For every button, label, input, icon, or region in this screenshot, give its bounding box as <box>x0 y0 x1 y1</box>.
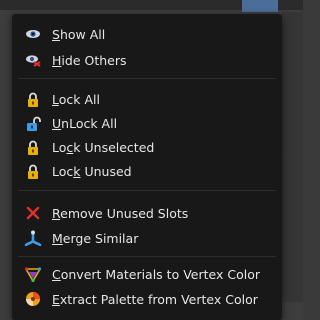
menu-item-merge-similar[interactable]: Merge Similar <box>12 227 282 249</box>
menu-item-label: Show All <box>52 26 106 42</box>
menu-item-hide-others[interactable]: Hide Others <box>12 49 282 71</box>
menu-item-label: Extract Palette from Vertex Color <box>52 291 258 307</box>
hide-others-icon <box>24 51 42 69</box>
gpencil-material-specials-menu: Show All Hide Others Lock All UnLock All… <box>12 14 282 320</box>
menu-item-label: Lock All <box>52 91 100 107</box>
menu-item-convert-materials[interactable]: Convert Materials to Vertex Color <box>12 263 282 285</box>
menu-separator <box>18 256 276 257</box>
background-side-panel <box>282 12 303 302</box>
menu-item-show-all[interactable]: Show All <box>12 23 282 45</box>
menu-item-unlock-all[interactable]: UnLock All <box>12 112 282 134</box>
lock-icon <box>24 138 42 156</box>
menu-separator <box>18 190 276 191</box>
lock-icon <box>24 90 42 108</box>
menu-item-extract-palette[interactable]: Extract Palette from Vertex Color <box>12 288 282 310</box>
eye-icon <box>24 25 42 43</box>
menu-separator <box>18 78 276 79</box>
remove-x-icon <box>24 204 42 222</box>
menu-item-label: Lock Unused <box>52 163 132 179</box>
menu-item-label: Remove Unused Slots <box>52 205 189 221</box>
palette-icon <box>24 290 42 308</box>
menu-item-label: Lock Unselected <box>52 139 155 155</box>
menu-item-label: Merge Similar <box>52 230 139 246</box>
merge-icon <box>24 229 42 247</box>
menu-item-label: Hide Others <box>52 52 127 68</box>
menu-item-remove-unused-slots[interactable]: Remove Unused Slots <box>12 202 282 224</box>
lock-icon <box>24 162 42 180</box>
menu-item-lock-all[interactable]: Lock All <box>12 88 282 110</box>
menu-item-lock-unused[interactable]: Lock Unused <box>12 160 282 182</box>
menu-item-label: UnLock All <box>52 115 118 131</box>
menu-item-lock-unselected[interactable]: Lock Unselected <box>12 136 282 158</box>
background-selected-tab <box>242 0 278 12</box>
vertex-color-icon <box>24 265 42 283</box>
menu-item-label: Convert Materials to Vertex Color <box>52 266 260 282</box>
unlock-icon <box>24 114 42 132</box>
